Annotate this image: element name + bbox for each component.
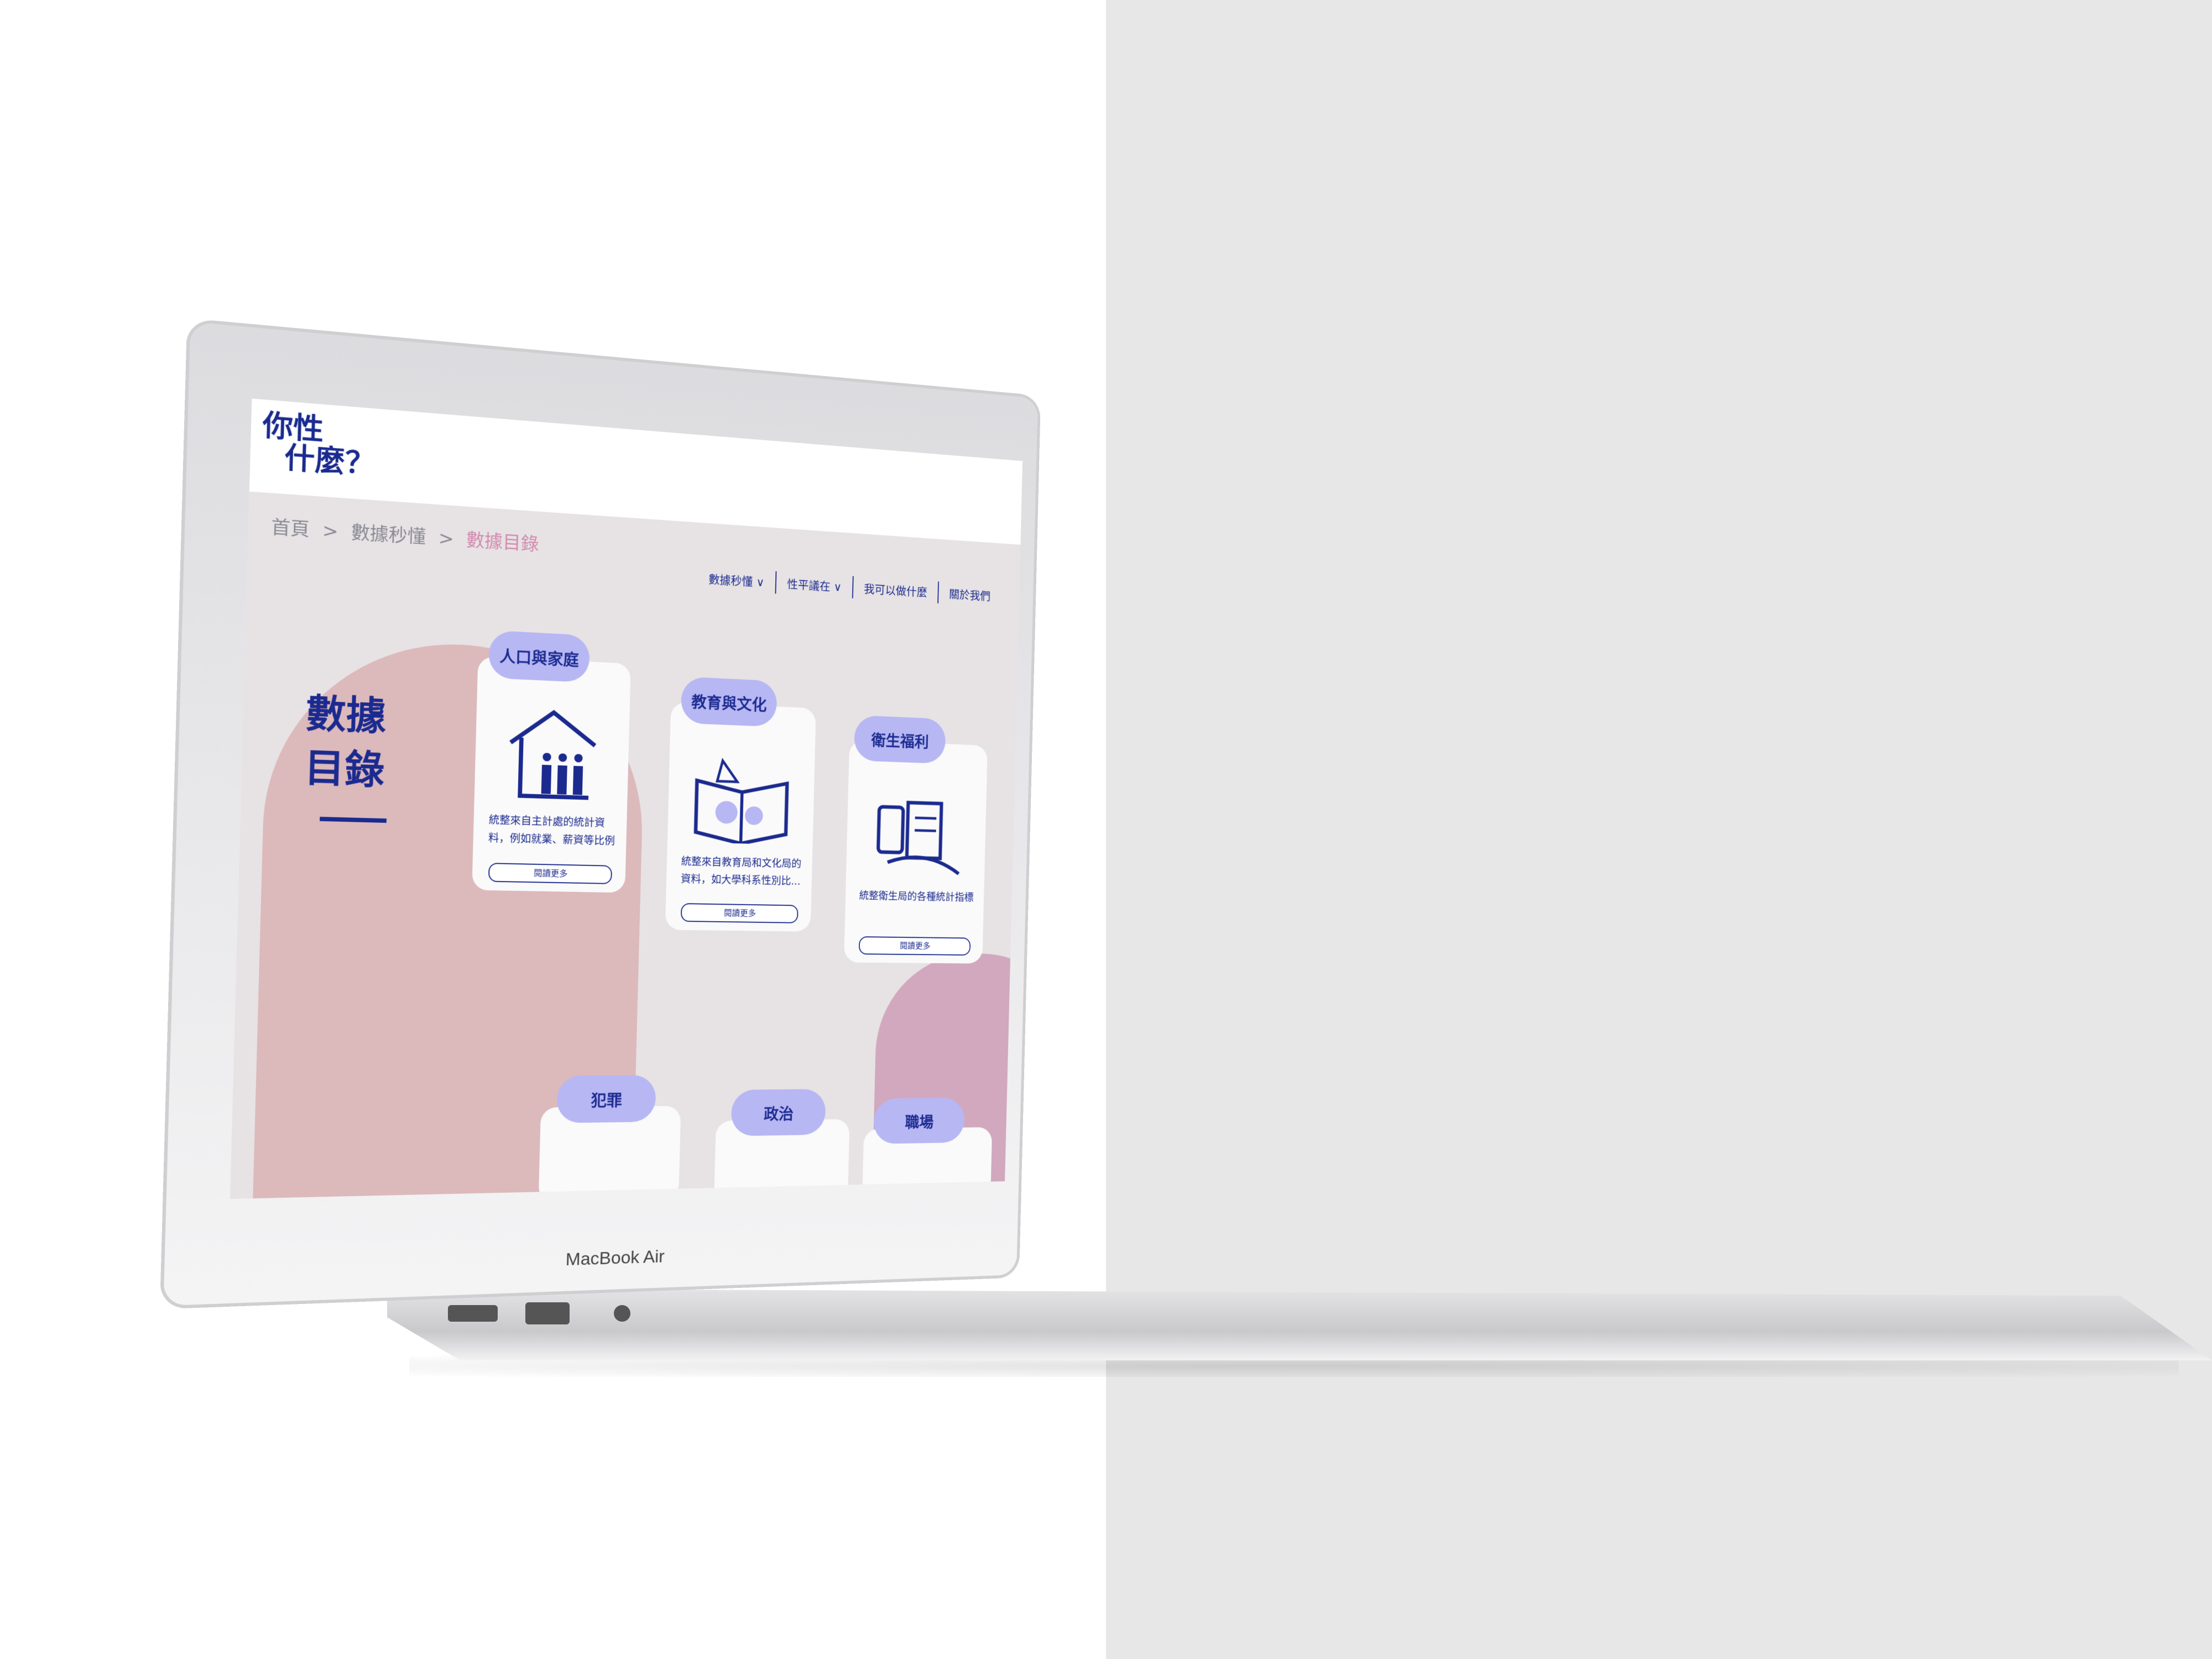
page-title: 數據 目錄	[304, 686, 387, 797]
laptop-lid-wrapper: MacBook Air 你性 什麼？ 首頁 > 數據秒懂 > 數據目錄 數據秒懂…	[0, 0, 2212, 1659]
category-card-population[interactable]: 統整來自主計處的統計資料，例如就業、薪資等比例 閱讀更多	[472, 656, 631, 893]
read-more-button[interactable]: 閱讀更多	[681, 903, 799, 924]
page-title-line-2: 目錄	[304, 740, 385, 797]
category-card-education[interactable]: 統整來自教育局和文化局的資料，如大學科系性別比... 閱讀更多	[665, 702, 816, 931]
read-more-button[interactable]: 閱讀更多	[859, 936, 971, 956]
card-tag-politics: 政治	[731, 1089, 826, 1136]
card-tag-crime: 犯罪	[556, 1075, 656, 1123]
logo-line-2: 什麼？	[284, 443, 375, 480]
card-description: 統整來自教育局和文化局的資料，如大學科系性別比...	[681, 852, 802, 890]
category-card-welfare[interactable]: 統整衛生局的各種統計指標 閱讀更多	[844, 740, 988, 963]
card-description: 統整衛生局的各種統計指標	[859, 887, 974, 906]
nav-item-about[interactable]: 關於我們	[938, 582, 1001, 607]
card-tag-workplace: 職場	[873, 1098, 965, 1144]
screen: 你性 什麼？ 首頁 > 數據秒懂 > 數據目錄 數據秒懂 ∨ 性平議在 ∨ 我可…	[230, 399, 1022, 1199]
device-brand-label: MacBook Air	[164, 1236, 1018, 1284]
nav-item-what-can-i-do[interactable]: 我可以做什麼	[853, 576, 939, 603]
page-title-line-1: 數據	[305, 686, 387, 743]
nav-item-data[interactable]: 數據秒懂 ∨	[697, 566, 776, 594]
read-more-button[interactable]: 閱讀更多	[488, 863, 612, 884]
card-description: 統整來自主計處的統計資料，例如就業、薪資等比例	[488, 811, 616, 850]
breadcrumb-home[interactable]: 首頁	[271, 517, 310, 541]
breadcrumb-current: 數據目錄	[466, 529, 539, 555]
breadcrumb-separator: >	[438, 528, 454, 550]
medical-records-icon	[868, 786, 965, 879]
open-book-icon	[690, 749, 792, 845]
card-tag-welfare: 衛生福利	[854, 715, 946, 764]
breadcrumb-section[interactable]: 數據秒懂	[351, 522, 426, 549]
nav-item-gender-equality[interactable]: 性平議在 ∨	[776, 571, 853, 598]
house-people-icon	[498, 705, 606, 804]
laptop-lid: MacBook Air 你性 什麼？ 首頁 > 數據秒懂 > 數據目錄 數據秒懂…	[163, 322, 1038, 1306]
breadcrumb: 首頁 > 數據秒懂 > 數據目錄	[271, 512, 539, 556]
site-logo[interactable]: 你性 什麼？	[261, 410, 376, 479]
card-tag-population: 人口與家庭	[488, 630, 590, 683]
breadcrumb-separator: >	[322, 520, 338, 542]
main-nav: 數據秒懂 ∨ 性平議在 ∨ 我可以做什麼 關於我們	[697, 566, 1001, 607]
card-tag-education: 教育與文化	[681, 676, 778, 727]
